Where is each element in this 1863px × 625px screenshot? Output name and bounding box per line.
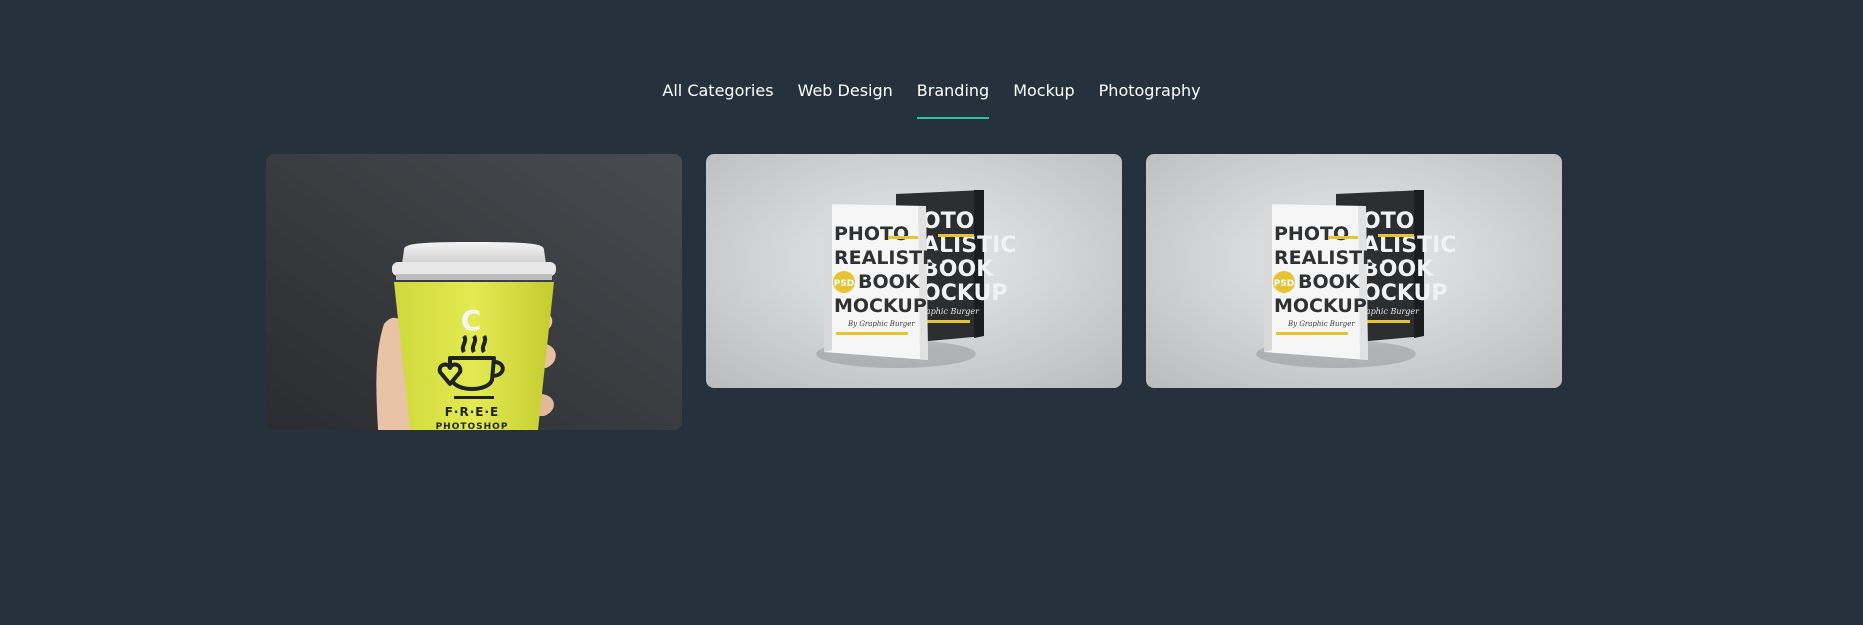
psd-badge: PSD [1274,279,1295,289]
front-cover-line3: BOOK [858,271,921,293]
tab-all-categories[interactable]: All Categories [662,78,773,104]
front-cover-line3: BOOK [1298,271,1361,293]
cup-letter: C [461,304,482,337]
cup-text-free: F·R·E·E [445,405,500,419]
cup-text-photoshop: PHOTOSHOP [436,422,509,430]
book-mockup-image: OTO ALISTIC BOOK OCKUP raphic Burger PHO… [706,154,1122,388]
front-cover-line4: MOCKUP [834,295,927,317]
tab-branding[interactable]: Branding [916,78,990,119]
front-cover-line2: REALISTIC [834,247,943,269]
book-mockup-image: OTO ALISTIC BOOK OCKUP raphic Burger PHO… [1146,154,1562,388]
front-cover-byline: By Graphic Burger [847,320,915,328]
back-cover-line4: OCKUP [922,281,1008,306]
back-cover-byline: raphic Burger [1362,307,1420,316]
back-cover-line4: OCKUP [1362,281,1448,306]
back-cover-line1: OTO [1362,209,1414,234]
front-cover-line2: REALISTIC [1274,247,1383,269]
tab-web-design[interactable]: Web Design [798,78,893,104]
psd-badge: PSD [834,279,855,289]
front-cover-line4: MOCKUP [1274,295,1367,317]
tab-mockup[interactable]: Mockup [1013,78,1074,104]
front-cover-line1: PHOTO [834,223,909,245]
portfolio-item-book-mockup-1[interactable]: OTO ALISTIC BOOK OCKUP raphic Burger PHO… [706,154,1122,388]
coffee-cup-mockup-image: C F·R·E·E PHOTOSHOP [266,154,682,430]
back-cover-line1: OTO [922,209,974,234]
portfolio-item-book-mockup-2[interactable]: OTO ALISTIC BOOK OCKUP raphic Burger PHO… [1146,154,1562,388]
tab-photography[interactable]: Photography [1099,78,1201,104]
portfolio-item-coffee-cup[interactable]: C F·R·E·E PHOTOSHOP [266,154,682,430]
portfolio-filter-nav: All Categories Web Design Branding Mocku… [0,78,1863,119]
front-cover-byline: By Graphic Burger [1287,320,1355,328]
back-cover-byline: raphic Burger [922,307,980,316]
front-cover-line1: PHOTO [1274,223,1349,245]
